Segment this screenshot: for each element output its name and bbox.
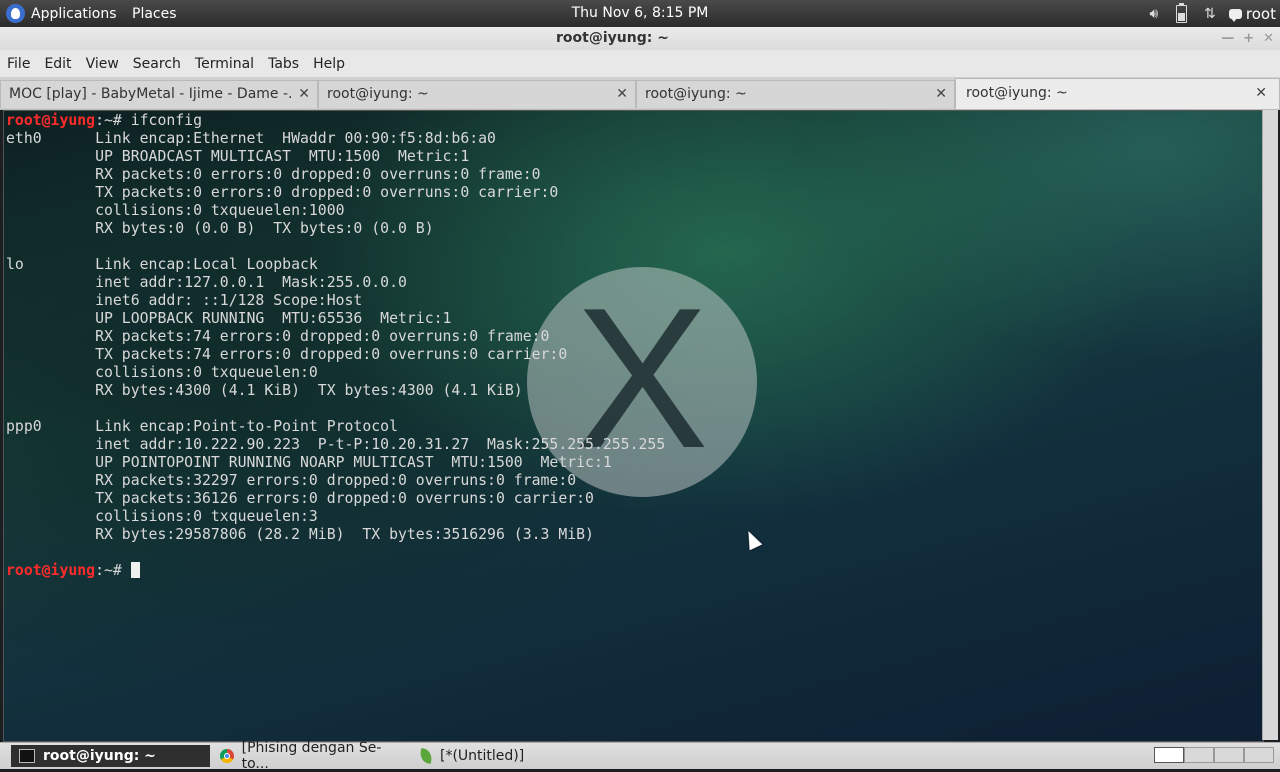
menu-search[interactable]: Search [126,56,188,72]
workspace-switcher [1154,747,1274,763]
close-tab-icon[interactable]: ✕ [616,81,628,107]
system-tray: 🔊︎ ⇅ root [1145,0,1276,27]
menu-terminal[interactable]: Terminal [188,56,261,72]
battery-icon[interactable] [1173,2,1191,23]
window-titlebar[interactable]: root@iyung: ~ — + ✕ [0,27,1280,50]
network-icon[interactable]: ⇅ [1201,6,1219,22]
workspace-3[interactable] [1214,747,1244,763]
window-title: root@iyung: ~ [556,30,669,46]
taskbar-item-chrome[interactable]: [Phising dengan Se-to... [212,740,412,772]
workspace-4[interactable] [1244,747,1274,763]
workspace-2[interactable] [1184,747,1214,763]
taskbar-item-gedit[interactable]: [*(Untitled)] [412,745,612,767]
tab-terminal-2[interactable]: root@iyung: ~ ✕ [318,80,636,108]
user-menu[interactable]: root [1228,4,1276,23]
prompt-path: :~# [95,112,122,129]
menu-view[interactable]: View [79,56,126,72]
workspace-1[interactable] [1154,747,1184,763]
menu-edit[interactable]: Edit [37,56,78,72]
minimize-icon[interactable]: — [1221,31,1234,46]
prompt-path: :~# [95,562,122,579]
bottom-panel: root@iyung: ~ [Phising dengan Se-to... [… [0,740,1280,772]
close-window-icon[interactable]: ✕ [1263,31,1274,46]
taskbar-label: [Phising dengan Se-to... [241,740,382,772]
clock[interactable]: Thu Nov 6, 8:15 PM [0,0,1280,27]
prompt-user: root@iyung [6,562,96,579]
close-tab-icon[interactable]: ✕ [935,81,947,107]
chat-icon [1228,8,1242,22]
tab-label: root@iyung: ~ [645,86,747,102]
user-label: root [1245,4,1276,23]
tab-terminal-3[interactable]: root@iyung: ~ ✕ [636,80,955,108]
tab-moc-player[interactable]: MOC [play] - BabyMetal - Ijime - Dame -.… [0,80,318,108]
volume-icon[interactable]: 🔊︎ [1145,6,1163,22]
menu-tabs[interactable]: Tabs [261,56,306,72]
close-tab-icon[interactable]: ✕ [1255,79,1267,107]
text-cursor [130,562,140,578]
terminal-scrollbar[interactable] [1262,110,1278,740]
window-controls: — + ✕ [1221,27,1274,50]
tab-label: root@iyung: ~ [327,86,429,102]
chrome-icon [220,749,234,763]
taskbar-item-terminal[interactable]: root@iyung: ~ [11,745,210,767]
taskbar-label: root@iyung: ~ [43,748,156,764]
tab-label: MOC [play] - BabyMetal - Ijime - Dame -.… [9,86,291,102]
prompt-user: root@iyung [6,112,96,129]
menu-file[interactable]: File [0,56,37,72]
tab-bar: MOC [play] - BabyMetal - Ijime - Dame -.… [0,77,1280,110]
command-text: ifconfig [121,112,203,129]
tab-terminal-active[interactable]: root@iyung: ~ ✕ [955,78,1280,109]
menu-help[interactable]: Help [306,56,352,72]
menu-bar: File Edit View Search Terminal Tabs Help [0,50,1280,77]
gedit-icon [418,748,434,764]
maximize-icon[interactable]: + [1243,31,1254,46]
top-panel: Applications Places Thu Nov 6, 8:15 PM 🔊… [0,0,1280,27]
close-tab-icon[interactable]: ✕ [298,81,310,107]
terminal-area[interactable]: X root@iyung:~# ifconfig eth0 Link encap… [3,110,1264,742]
terminal-icon [19,749,35,763]
terminal-output: root@iyung:~# ifconfig eth0 Link encap:E… [6,112,665,580]
taskbar-label: [*(Untitled)] [440,748,525,764]
ifconfig-output: eth0 Link encap:Ethernet HWaddr 00:90:f5… [6,130,666,543]
tab-label: root@iyung: ~ [966,85,1068,101]
